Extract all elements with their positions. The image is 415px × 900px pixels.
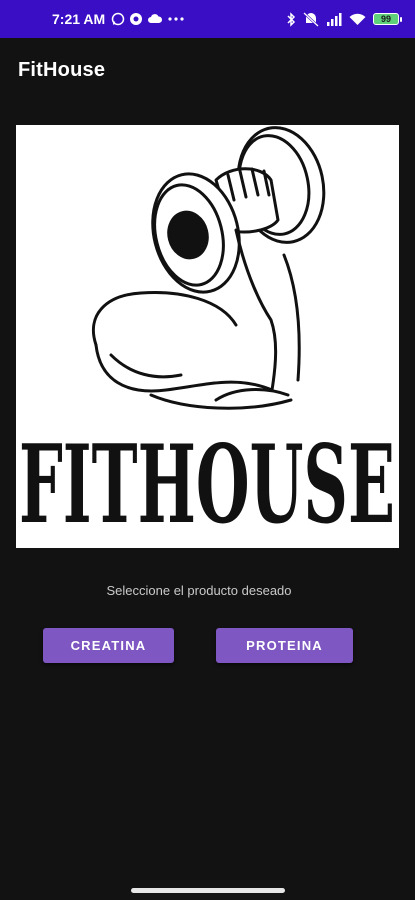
creatina-button[interactable]: CREATINA <box>43 628 174 663</box>
fithouse-logo: FITHOUSE <box>16 125 399 548</box>
home-indicator[interactable] <box>131 888 285 893</box>
status-time: 7:21 AM <box>52 11 106 27</box>
mute-icon <box>303 11 319 27</box>
app-title: FitHouse <box>18 58 106 81</box>
status-bar: 7:21 AM 99 <box>0 0 415 38</box>
status-right: 99 <box>286 11 402 27</box>
logo-illustration: FITHOUSE <box>19 126 395 548</box>
battery-icon: 99 <box>373 13 402 25</box>
logo-wordmark: FITHOUSE <box>19 422 395 548</box>
whatsapp-icon <box>111 12 125 26</box>
signal-icon <box>326 12 342 26</box>
bluetooth-icon <box>286 11 296 27</box>
prompt-text: Seleccione el producto deseado <box>106 583 292 598</box>
status-left: 7:21 AM <box>52 11 185 27</box>
app-icon <box>129 12 143 26</box>
wifi-icon <box>349 13 366 26</box>
app-bar: FitHouse <box>0 38 415 102</box>
logo-brand-text: FITHOUSE <box>19 422 395 548</box>
proteina-button[interactable]: PROTEINA <box>216 628 353 663</box>
more-icon <box>167 16 185 22</box>
cloud-icon <box>147 13 163 25</box>
